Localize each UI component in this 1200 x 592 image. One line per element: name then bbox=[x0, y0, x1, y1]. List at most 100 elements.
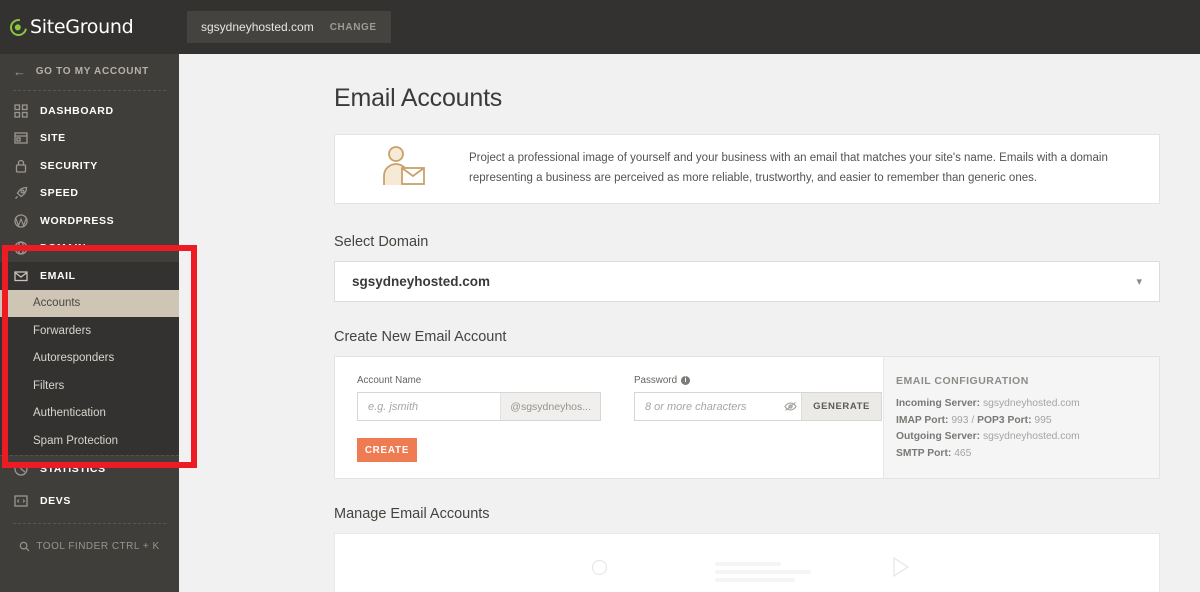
password-label-text: Password bbox=[634, 375, 678, 386]
search-icon bbox=[19, 541, 30, 552]
eye-slash-icon[interactable] bbox=[779, 401, 801, 412]
sidebar-item-autoresponders[interactable]: Autoresponders bbox=[0, 344, 179, 372]
smtp-port-line: SMTP Port: 465 bbox=[896, 446, 1159, 463]
sidebar-item-security[interactable]: SECURITY bbox=[0, 152, 179, 180]
app-root: SiteGround sgsydneyhosted.com CHANGE ← G… bbox=[0, 0, 1200, 592]
sidebar-item-label: SPEED bbox=[40, 187, 79, 200]
domain-chip-name: sgsydneyhosted.com bbox=[201, 20, 314, 34]
person-with-envelope-icon bbox=[377, 143, 429, 196]
sidebar: ← GO TO MY ACCOUNT DASHBOARD SITE SECURI… bbox=[0, 54, 179, 592]
sidebar-item-domain[interactable]: DOMAIN bbox=[0, 235, 179, 263]
go-to-my-account-label: GO TO MY ACCOUNT bbox=[35, 65, 149, 77]
account-name-label: Account Name bbox=[357, 375, 422, 386]
sidebar-item-speed[interactable]: SPEED bbox=[0, 180, 179, 208]
go-to-my-account-link[interactable]: ← GO TO MY ACCOUNT bbox=[0, 54, 179, 88]
port-separator: / bbox=[971, 414, 975, 426]
info-banner-text: Project a professional image of yourself… bbox=[469, 152, 1108, 184]
pop3-port-label: POP3 Port: bbox=[977, 414, 1032, 426]
imap-port-value: 993 bbox=[951, 414, 969, 426]
wordpress-icon bbox=[13, 213, 29, 229]
generate-password-button[interactable]: GENERATE bbox=[801, 393, 881, 420]
domain-chip[interactable]: sgsydneyhosted.com CHANGE bbox=[187, 11, 391, 43]
placeholder-triangle-icon bbox=[891, 556, 911, 583]
envelope-icon bbox=[13, 268, 29, 284]
submenu-item-label: Accounts bbox=[33, 297, 81, 310]
account-name-field-group: Account Name e.g. jsmith @sgsydneyhos... bbox=[357, 375, 601, 421]
sidebar-item-accounts[interactable]: Accounts bbox=[0, 289, 179, 317]
placeholder-circle-icon bbox=[592, 560, 607, 575]
sidebar-item-label: DEVS bbox=[40, 494, 71, 507]
imap-pop3-line: IMAP Port: 993 / POP3 Port: 995 bbox=[896, 413, 1159, 430]
tool-finder-button[interactable]: TOOL FINDER CTRL + K bbox=[0, 534, 179, 560]
sidebar-item-label: STATISTICS bbox=[40, 463, 106, 476]
email-submenu: Accounts Forwarders Autoresponders Filte… bbox=[0, 289, 179, 456]
globe-icon bbox=[13, 240, 29, 256]
sidebar-item-site[interactable]: SITE bbox=[0, 125, 179, 153]
siteground-logo-text: SiteGround bbox=[30, 16, 134, 38]
sidebar-item-authentication[interactable]: Authentication bbox=[0, 399, 179, 427]
imap-port-label: IMAP Port: bbox=[896, 414, 949, 426]
sidebar-item-devs[interactable]: DEVS bbox=[0, 487, 179, 515]
create-button[interactable]: CREATE bbox=[357, 438, 417, 462]
placeholder-lines bbox=[715, 562, 811, 586]
grid-icon bbox=[13, 103, 29, 119]
chart-icon bbox=[13, 461, 29, 477]
password-label: Password i bbox=[634, 375, 882, 386]
info-icon[interactable]: i bbox=[681, 376, 691, 385]
account-name-input[interactable]: e.g. jsmith bbox=[358, 401, 500, 413]
sidebar-item-label: SECURITY bbox=[40, 159, 98, 172]
select-domain-label: Select Domain bbox=[334, 234, 429, 250]
create-account-form: Account Name e.g. jsmith @sgsydneyhos...… bbox=[335, 357, 883, 478]
siteground-logo-icon bbox=[6, 15, 31, 39]
submenu-item-label: Autoresponders bbox=[33, 352, 115, 365]
sidebar-item-filters[interactable]: Filters bbox=[0, 372, 179, 400]
rocket-icon bbox=[13, 185, 29, 201]
tool-finder-label: TOOL FINDER CTRL + K bbox=[36, 541, 160, 552]
password-input-shell[interactable]: 8 or more characters GENERATE bbox=[634, 392, 882, 421]
sidebar-item-label: WORDPRESS bbox=[40, 214, 115, 227]
submenu-item-label: Spam Protection bbox=[33, 434, 119, 447]
domain-select-value: sgsydneyhosted.com bbox=[352, 274, 491, 289]
sidebar-item-forwarders[interactable]: Forwarders bbox=[0, 317, 179, 345]
sidebar-divider-top bbox=[13, 90, 166, 91]
create-account-label: Create New Email Account bbox=[334, 329, 507, 345]
submenu-item-label: Forwarders bbox=[33, 324, 92, 337]
create-account-card: Account Name e.g. jsmith @sgsydneyhos...… bbox=[334, 356, 1160, 479]
sidebar-item-statistics[interactable]: STATISTICS bbox=[0, 456, 179, 484]
page-title: Email Accounts bbox=[334, 84, 503, 112]
account-name-domain-suffix: @sgsydneyhos... bbox=[500, 393, 600, 420]
account-name-input-shell[interactable]: e.g. jsmith @sgsydneyhos... bbox=[357, 392, 601, 421]
form-fields-row: Account Name e.g. jsmith @sgsydneyhos...… bbox=[357, 375, 883, 421]
outgoing-server-line: Outgoing Server: sgsydneyhosted.com bbox=[896, 429, 1159, 446]
sidebar-item-label: EMAIL bbox=[40, 269, 76, 282]
sidebar-item-email[interactable]: EMAIL bbox=[0, 262, 179, 290]
password-field-group: Password i 8 or more characters GENERATE bbox=[634, 375, 882, 421]
password-input[interactable]: 8 or more characters bbox=[635, 401, 779, 413]
incoming-server-label: Incoming Server: bbox=[896, 398, 981, 409]
lock-icon bbox=[13, 158, 29, 174]
window-icon bbox=[13, 130, 29, 146]
submenu-item-label: Filters bbox=[33, 379, 65, 392]
manage-accounts-card bbox=[334, 533, 1160, 592]
pop3-port-value: 995 bbox=[1034, 414, 1052, 426]
outgoing-server-value: sgsydneyhosted.com bbox=[982, 431, 1080, 443]
sidebar-item-label: SITE bbox=[40, 132, 66, 145]
sidebar-item-spam-protection[interactable]: Spam Protection bbox=[0, 427, 179, 455]
sidebar-divider-bottom bbox=[13, 522, 166, 524]
sidebar-item-dashboard[interactable]: DASHBOARD bbox=[0, 97, 179, 125]
incoming-server-line: Incoming Server: sgsydneyhosted.com bbox=[896, 396, 1159, 413]
smtp-port-label: SMTP Port: bbox=[896, 448, 952, 460]
siteground-logo[interactable]: SiteGround bbox=[0, 0, 179, 54]
submenu-item-label: Authentication bbox=[33, 407, 106, 420]
change-domain-button[interactable]: CHANGE bbox=[330, 22, 377, 33]
manage-accounts-label: Manage Email Accounts bbox=[334, 506, 490, 522]
incoming-server-value: sgsydneyhosted.com bbox=[983, 398, 1080, 409]
sidebar-item-label: DASHBOARD bbox=[40, 104, 114, 117]
email-configuration-title: EMAIL CONFIGURATION bbox=[896, 375, 1029, 387]
sidebar-item-wordpress[interactable]: WORDPRESS bbox=[0, 207, 179, 235]
chevron-down-icon: ▾ bbox=[1136, 276, 1142, 288]
domain-select[interactable]: sgsydneyhosted.com ▾ bbox=[334, 261, 1160, 302]
top-bar: SiteGround sgsydneyhosted.com CHANGE bbox=[0, 0, 1200, 54]
email-configuration-panel: EMAIL CONFIGURATION Incoming Server: sgs… bbox=[883, 357, 1159, 478]
code-icon bbox=[13, 493, 29, 509]
